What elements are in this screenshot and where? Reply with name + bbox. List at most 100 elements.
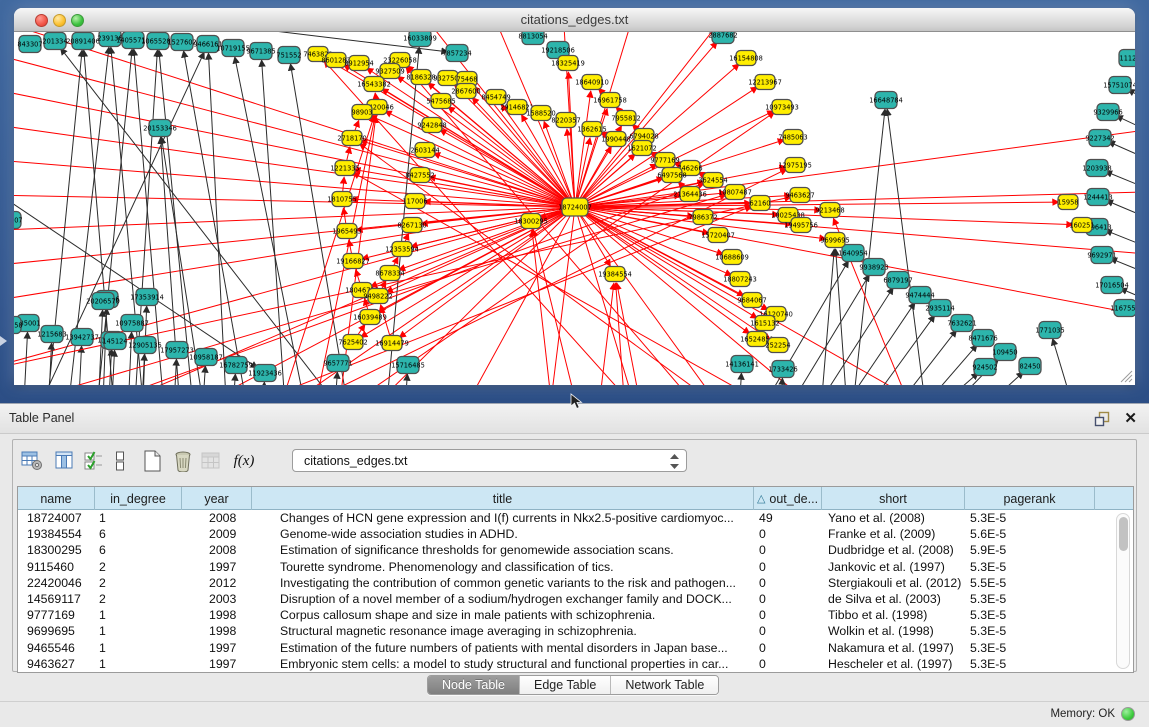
graph-edge[interactable] bbox=[575, 207, 660, 385]
graph-node-yellow[interactable]: 252254 bbox=[765, 338, 790, 353]
graph-edge[interactable] bbox=[1106, 200, 1135, 240]
graph-node-yellow[interactable]: 1990448 bbox=[601, 132, 630, 147]
graph-edge[interactable] bbox=[130, 50, 157, 385]
graph-node-yellow[interactable]: 10688609 bbox=[715, 250, 749, 265]
graph-node-yellow[interactable]: 9463627 bbox=[785, 188, 814, 203]
graph-node-yellow[interactable]: 8678334 bbox=[375, 266, 404, 281]
table-row[interactable]: 946362711997Embryonic stem cells: a mode… bbox=[18, 656, 1133, 672]
graph-node-yellow[interactable]: 9242848 bbox=[417, 118, 446, 133]
graph-node-teal[interactable]: 1771035 bbox=[1035, 322, 1064, 339]
close-panel-icon[interactable]: ✕ bbox=[1124, 409, 1137, 427]
graph-node-yellow[interactable]: 15958 bbox=[1058, 195, 1079, 210]
graph-node-teal[interactable]: 113207 bbox=[14, 212, 23, 229]
graph-node-teal[interactable]: 924502 bbox=[972, 359, 997, 376]
graph-node-teal[interactable]: 2935114 bbox=[925, 300, 954, 317]
table-settings-icon[interactable] bbox=[19, 448, 45, 474]
graph-node-teal[interactable]: 145124 bbox=[102, 333, 127, 350]
select-rows-icon[interactable] bbox=[81, 448, 107, 474]
graph-node-yellow[interactable]: 16154808 bbox=[729, 51, 763, 66]
graph-node-teal[interactable]: 9227342 bbox=[1085, 130, 1114, 147]
graph-node-teal[interactable]: 12905135 bbox=[128, 337, 162, 354]
graph-node-teal[interactable]: 9329966 bbox=[1093, 104, 1122, 121]
graph-node-yellow[interactable]: 7625402 bbox=[338, 335, 367, 350]
column-header-out_de[interactable]: △out_de... bbox=[754, 487, 822, 510]
graph-edge[interactable] bbox=[75, 346, 82, 385]
graph-node-yellow[interactable]: 15720407 bbox=[701, 228, 735, 243]
graph-edge[interactable] bbox=[1108, 142, 1135, 182]
graph-edge[interactable] bbox=[380, 47, 419, 385]
graph-node-teal[interactable]: 16648784 bbox=[869, 92, 903, 109]
graph-node-teal[interactable]: 17353914 bbox=[130, 289, 164, 306]
network-graph[interactable]: 8433072013342089140623913614055712106552… bbox=[14, 32, 1135, 385]
table-row[interactable]: 2242004622012Investigating the contribut… bbox=[18, 575, 1133, 591]
graph-edge[interactable] bbox=[105, 349, 112, 385]
graph-edge[interactable] bbox=[540, 207, 575, 385]
import-table-icon[interactable] bbox=[198, 448, 224, 474]
graph-edge[interactable] bbox=[45, 343, 52, 385]
scrollbar-thumb[interactable] bbox=[1119, 517, 1128, 551]
graph-node-teal[interactable]: 1733426 bbox=[768, 361, 797, 378]
graph-node-teal[interactable]: 16033809 bbox=[403, 32, 437, 47]
table-vertical-scrollbar[interactable] bbox=[1116, 513, 1130, 669]
graph-node-yellow[interactable]: 18724007 bbox=[558, 198, 592, 216]
graph-node-teal[interactable]: 8471676 bbox=[968, 330, 997, 347]
graph-node-teal[interactable]: 9671385 bbox=[246, 43, 275, 60]
window-titlebar[interactable]: citations_edges.txt bbox=[14, 8, 1135, 32]
graph-node-teal[interactable]: 843307 bbox=[17, 36, 42, 53]
graph-edge[interactable] bbox=[533, 230, 595, 385]
graph-node-teal[interactable]: 15716485 bbox=[391, 357, 425, 374]
graph-node-yellow[interactable]: 12353594 bbox=[385, 242, 419, 257]
graph-node-yellow[interactable]: 1965493 bbox=[332, 224, 361, 239]
graph-node-teal[interactable]: 1215683 bbox=[37, 326, 66, 343]
column-header-title[interactable]: title bbox=[252, 487, 754, 510]
delete-table-icon[interactable] bbox=[170, 448, 196, 474]
table-row[interactable]: 1830029562008Estimation of significance … bbox=[18, 542, 1133, 558]
graph-edge[interactable] bbox=[1053, 339, 1095, 385]
graph-node-teal[interactable]: 13942737 bbox=[65, 329, 99, 346]
float-panel-icon[interactable] bbox=[1094, 411, 1111, 427]
graph-edge[interactable] bbox=[795, 302, 915, 385]
graph-node-yellow[interactable]: 98903 bbox=[352, 105, 373, 120]
graph-edge[interactable] bbox=[815, 315, 935, 385]
graph-node-teal[interactable]: 11122 bbox=[1119, 50, 1135, 67]
table-row[interactable]: 1938455462009Genome-wide association stu… bbox=[18, 526, 1133, 542]
column-header-in_degree[interactable]: in_degree bbox=[95, 487, 182, 510]
table-row[interactable]: 969969511998Structural magnetic resonanc… bbox=[18, 623, 1133, 639]
graph-node-yellow[interactable]: 16961758 bbox=[593, 93, 627, 108]
graph-node-teal[interactable]: 11923436 bbox=[248, 365, 282, 382]
table-row[interactable]: 977716911998Corpus callosum shape and si… bbox=[18, 607, 1133, 623]
table-row[interactable]: 946554611997Estimation of the future num… bbox=[18, 640, 1133, 656]
graph-node-teal[interactable]: 17016504 bbox=[1095, 277, 1129, 294]
show-columns-icon[interactable] bbox=[52, 448, 78, 474]
graph-edge[interactable] bbox=[1105, 171, 1135, 210]
resize-grip-icon[interactable] bbox=[1118, 368, 1133, 383]
graph-edge[interactable] bbox=[420, 207, 575, 385]
tab-network-table[interactable]: Network Table bbox=[611, 676, 718, 694]
column-header-short[interactable]: short bbox=[822, 487, 965, 510]
graph-node-teal[interactable]: 20891406 bbox=[66, 33, 100, 50]
graph-node-yellow[interactable]: 8454749 bbox=[481, 90, 510, 105]
graph-edge[interactable] bbox=[159, 50, 200, 385]
table-row[interactable]: 1872400712008Changes of HCN gene express… bbox=[18, 510, 1133, 526]
graph-node-teal[interactable]: 201334 bbox=[42, 33, 67, 50]
graph-edge[interactable] bbox=[14, 40, 575, 207]
graph-node-teal[interactable]: 14136141 bbox=[725, 356, 759, 373]
graph-node-teal[interactable]: 9692971 bbox=[1087, 247, 1116, 264]
graph-edge[interactable] bbox=[616, 283, 630, 385]
new-table-icon[interactable] bbox=[139, 448, 165, 474]
table-source-select[interactable]: citations_edges.txt bbox=[292, 449, 687, 472]
graph-node-yellow[interactable]: 1810755 bbox=[327, 192, 356, 207]
graph-edge[interactable] bbox=[887, 109, 935, 385]
graph-node-teal[interactable]: 751552 bbox=[276, 47, 301, 64]
graph-edge[interactable] bbox=[95, 310, 103, 385]
graph-node-teal[interactable]: 9938923 bbox=[859, 259, 888, 276]
graph-node-yellow[interactable]: 21364436 bbox=[673, 187, 707, 202]
graph-edge[interactable] bbox=[815, 249, 834, 385]
column-header-name[interactable]: name bbox=[18, 487, 95, 510]
row-height-icon[interactable] bbox=[107, 448, 133, 474]
graph-edge[interactable] bbox=[228, 374, 235, 385]
graph-edge[interactable] bbox=[385, 111, 575, 207]
function-builder-icon[interactable]: f(x) bbox=[231, 448, 257, 474]
graph-node-yellow[interactable]: 16914479 bbox=[375, 336, 409, 351]
graph-node-teal[interactable]: 7857234 bbox=[442, 45, 471, 62]
